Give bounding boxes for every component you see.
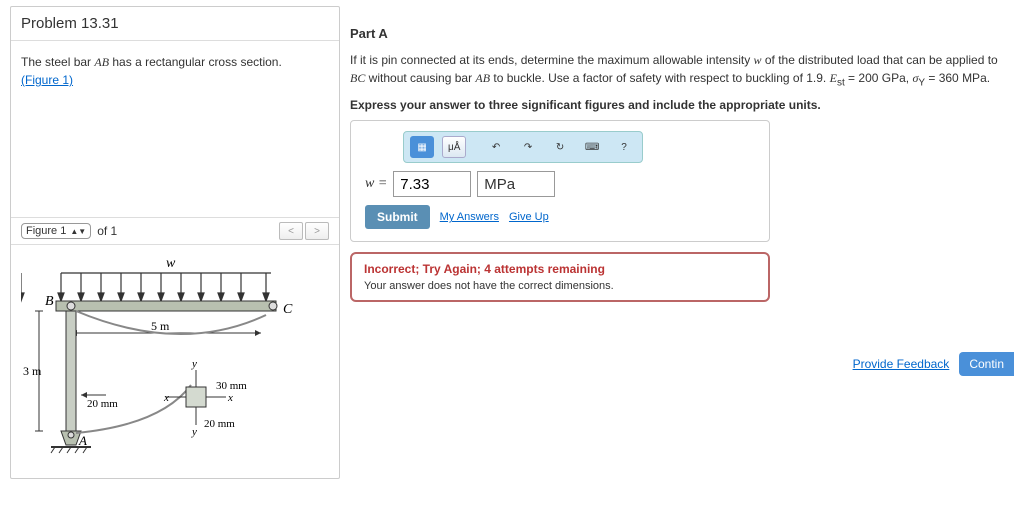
- undo-button[interactable]: ↶: [484, 136, 508, 158]
- svg-text:5 m: 5 m: [151, 319, 170, 333]
- next-figure-button[interactable]: >: [305, 222, 329, 240]
- figure-count: of 1: [97, 224, 117, 238]
- answer-area: ▦ μÅ ↶ ↷ ↻ ⌨ ? w = MPa Submit My Answers…: [350, 120, 770, 242]
- problem-title: Problem 13.31: [11, 7, 339, 36]
- units-button[interactable]: μÅ: [442, 136, 466, 158]
- right-panel: Part A If it is pin connected at its end…: [350, 6, 1014, 479]
- left-panel: Problem 13.31 The steel bar AB has a rec…: [10, 6, 340, 479]
- feedback-message: Your answer does not have the correct di…: [364, 280, 756, 292]
- equation-row: w = MPa: [365, 171, 755, 197]
- svg-text:3 m: 3 m: [23, 364, 42, 378]
- keyboard-button[interactable]: ⌨: [580, 136, 604, 158]
- figure-nav-bar: Figure 1 ▲▼ of 1 < >: [11, 217, 339, 245]
- figure-link[interactable]: (Figure 1): [21, 73, 73, 87]
- problem-description: The steel bar AB has a rectangular cross…: [11, 45, 339, 97]
- submit-button[interactable]: Submit: [365, 205, 430, 229]
- svg-text:20 mm: 20 mm: [87, 398, 118, 410]
- svg-text:y: y: [191, 358, 197, 370]
- my-answers-link[interactable]: My Answers: [440, 211, 499, 223]
- figure-select[interactable]: Figure 1 ▲▼: [21, 223, 91, 239]
- feedback-title: Incorrect; Try Again; 4 attempts remaini…: [364, 262, 756, 276]
- load-w-label: w: [166, 256, 176, 271]
- svg-text:B: B: [45, 294, 54, 309]
- provide-feedback-link[interactable]: Provide Feedback: [853, 357, 950, 371]
- feedback-box: Incorrect; Try Again; 4 attempts remaini…: [350, 252, 770, 302]
- value-input[interactable]: [393, 171, 471, 197]
- svg-text:C: C: [283, 302, 293, 317]
- reset-button[interactable]: ↻: [548, 136, 572, 158]
- help-button[interactable]: ?: [612, 136, 636, 158]
- unit-input[interactable]: MPa: [477, 171, 555, 197]
- figure-image: w B C 5 m 3 m: [11, 245, 339, 478]
- svg-text:30 mm: 30 mm: [216, 380, 247, 392]
- part-a-title: Part A: [350, 26, 1014, 41]
- svg-text:y: y: [191, 426, 197, 438]
- svg-text:x: x: [163, 392, 169, 404]
- prev-figure-button[interactable]: <: [279, 222, 303, 240]
- svg-text:A: A: [78, 433, 87, 448]
- part-a-prompt: If it is pin connected at its ends, dete…: [350, 51, 1014, 90]
- template-button[interactable]: ▦: [410, 136, 434, 158]
- svg-text:x: x: [227, 392, 233, 404]
- redo-button[interactable]: ↷: [516, 136, 540, 158]
- svg-text:20 mm: 20 mm: [204, 418, 235, 430]
- continue-button[interactable]: Contin: [959, 352, 1014, 376]
- instruction-line: Express your answer to three significant…: [350, 96, 1014, 114]
- give-up-link[interactable]: Give Up: [509, 211, 549, 223]
- input-toolbar: ▦ μÅ ↶ ↷ ↻ ⌨ ?: [403, 131, 643, 163]
